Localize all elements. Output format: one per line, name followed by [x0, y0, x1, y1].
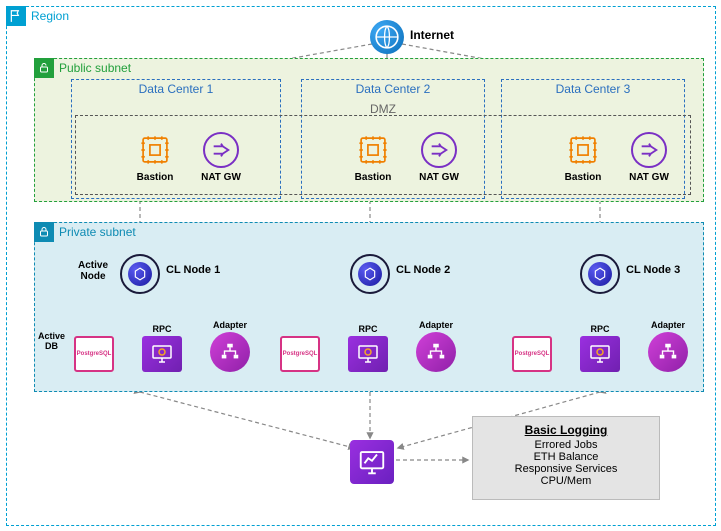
postgres-item: PostgreSQL	[66, 336, 122, 372]
postgres-text: PostgreSQL	[283, 351, 318, 357]
adapter-item: Adapter	[640, 320, 696, 372]
logging-item: Errored Jobs	[481, 439, 651, 451]
chainlink-node-icon	[120, 254, 160, 294]
natgw-label: NAT GW	[629, 172, 669, 183]
bastion-label: Bastion	[355, 172, 392, 183]
monitor-icon	[580, 336, 620, 372]
dmz-container: DMZ Bastion NAT GW Bastion	[75, 115, 691, 195]
public-subnet-label: Public subnet	[59, 61, 131, 75]
logging-title: Basic Logging	[481, 423, 651, 437]
lock-open-icon	[34, 58, 54, 78]
cl-node-label: CL Node 3	[626, 264, 680, 276]
chainlink-node-icon	[580, 254, 620, 294]
bastion-item: Bastion	[344, 132, 402, 183]
database-icon: PostgreSQL	[280, 336, 320, 372]
cl-node-label: CL Node 1	[166, 264, 220, 276]
public-subnet-container: Public subnet Data Center 1 Data Center …	[34, 58, 704, 202]
bastion-label: Bastion	[565, 172, 602, 183]
rpc-item: RPC	[340, 324, 396, 372]
bastion-label: Bastion	[137, 172, 174, 183]
private-subnet-label: Private subnet	[59, 225, 136, 239]
natgw-item: NAT GW	[620, 132, 678, 183]
globe-icon	[370, 20, 404, 54]
logging-item: Responsive Services	[481, 463, 651, 475]
service-row: PostgreSQL RPC Adapter	[272, 320, 464, 372]
logging-item: CPU/Mem	[481, 475, 651, 487]
lock-icon	[34, 222, 54, 242]
monitor-icon	[142, 336, 182, 372]
natgw-item: NAT GW	[410, 132, 468, 183]
monitoring-icon	[350, 440, 394, 484]
logging-panel: Basic Logging Errored Jobs ETH Balance R…	[472, 416, 660, 500]
active-node-label: Active Node	[78, 260, 108, 282]
service-row: PostgreSQL RPC Adapter	[42, 320, 258, 372]
dmz-group: Bastion NAT GW	[344, 132, 468, 183]
natgw-icon	[631, 132, 667, 168]
adapter-icon	[416, 332, 456, 372]
adapter-icon	[648, 332, 688, 372]
dmz-group: Bastion NAT GW	[126, 132, 250, 183]
dmz-label: DMZ	[370, 102, 396, 116]
bastion-icon	[565, 132, 601, 168]
chainlink-node-icon	[350, 254, 390, 294]
natgw-label: NAT GW	[201, 172, 241, 183]
adapter-item: Adapter	[202, 320, 258, 372]
natgw-icon	[421, 132, 457, 168]
datacenter-label: Data Center 1	[72, 80, 280, 96]
rpc-label: RPC	[152, 324, 171, 334]
region-label: Region	[31, 9, 69, 23]
postgres-text: PostgreSQL	[515, 351, 550, 357]
bastion-icon	[355, 132, 391, 168]
cl-node-label: CL Node 2	[396, 264, 450, 276]
rpc-label: RPC	[358, 324, 377, 334]
natgw-label: NAT GW	[419, 172, 459, 183]
bastion-item: Bastion	[126, 132, 184, 183]
monitor-icon	[348, 336, 388, 372]
datacenter-label: Data Center 3	[502, 80, 684, 96]
rpc-label: RPC	[590, 324, 609, 334]
natgw-icon	[203, 132, 239, 168]
natgw-item: NAT GW	[192, 132, 250, 183]
internet-label: Internet	[410, 28, 454, 42]
rpc-item: RPC	[572, 324, 628, 372]
bastion-item: Bastion	[554, 132, 612, 183]
database-icon: PostgreSQL	[74, 336, 114, 372]
postgres-item: PostgreSQL	[504, 336, 560, 372]
adapter-label: Adapter	[651, 320, 685, 330]
postgres-item: PostgreSQL	[272, 336, 328, 372]
datacenter-label: Data Center 2	[302, 80, 484, 96]
adapter-icon	[210, 332, 250, 372]
service-row: PostgreSQL RPC Adapter	[504, 320, 696, 372]
dmz-group: Bastion NAT GW	[554, 132, 678, 183]
database-icon: PostgreSQL	[512, 336, 552, 372]
logging-item: ETH Balance	[481, 451, 651, 463]
adapter-label: Adapter	[213, 320, 247, 330]
postgres-text: PostgreSQL	[77, 351, 112, 357]
adapter-item: Adapter	[408, 320, 464, 372]
adapter-label: Adapter	[419, 320, 453, 330]
rpc-item: RPC	[134, 324, 190, 372]
flag-icon	[6, 6, 26, 26]
bastion-icon	[137, 132, 173, 168]
